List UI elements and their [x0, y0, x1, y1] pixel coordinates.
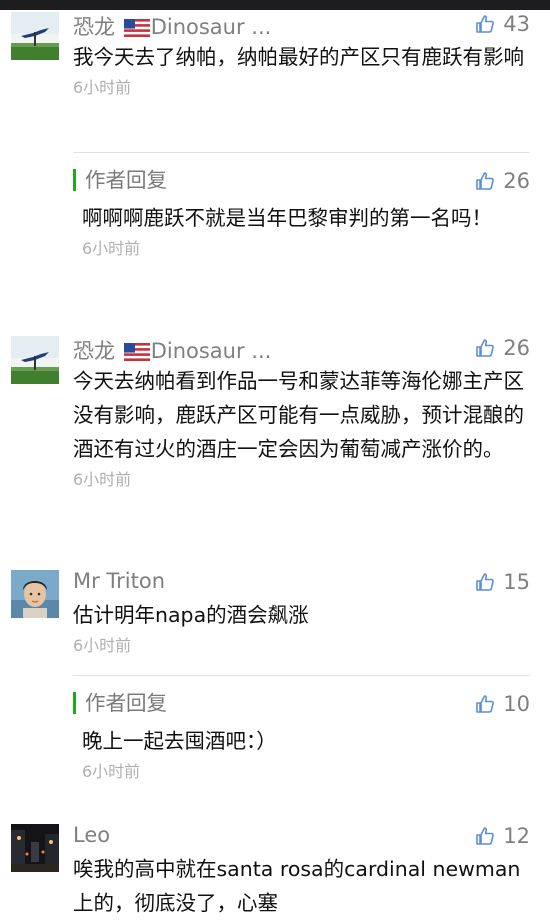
like-button[interactable]: 10: [475, 691, 530, 717]
avatar[interactable]: [11, 336, 59, 384]
avatar-face-image: [11, 570, 59, 618]
author-name: Mr Triton: [73, 569, 166, 593]
author-name: 恐龙: [73, 339, 115, 363]
like-count: 12: [503, 824, 530, 848]
thumbs-up-icon: [476, 827, 495, 845]
author-suffix: Dinosaur ...: [150, 339, 272, 363]
avatar-night-street-image: [11, 824, 59, 872]
thumbs-up-icon: [476, 695, 495, 713]
comment-time: 6小时前: [73, 636, 132, 655]
comment-text: 唉我的高中就在santa rosa的cardinal newman上的，彻底没了…: [73, 857, 521, 915]
like-button[interactable]: 43: [475, 11, 530, 37]
us-flag-icon: [123, 343, 150, 361]
author-name: Leo: [73, 823, 111, 847]
comment-author[interactable]: Leo: [73, 823, 110, 847]
author-reply-label: 作者回复: [73, 692, 167, 714]
comment-list[interactable]: 恐龙 Dinosaur ... 43 我今天去了纳帕，纳帕最好的产区只有鹿跃有影…: [0, 10, 550, 920]
like-count: 26: [503, 169, 530, 193]
author-reply-label: 作者回复: [73, 169, 167, 191]
thumbs-up-icon: [476, 339, 495, 357]
reply-time: 6小时前: [82, 762, 141, 781]
thumbs-up-icon: [476, 573, 495, 591]
like-button[interactable]: 26: [475, 168, 530, 194]
comment-author[interactable]: 恐龙 Dinosaur ...: [73, 11, 271, 41]
avatar[interactable]: [11, 12, 59, 60]
like-button[interactable]: 15: [475, 569, 530, 595]
author-suffix: Dinosaur ...: [150, 15, 272, 39]
comment-time: 6小时前: [73, 470, 132, 489]
avatar[interactable]: [11, 570, 59, 618]
like-count: 43: [503, 12, 530, 36]
avatar-silhouette-image: [11, 12, 59, 60]
thumbs-up-icon: [476, 172, 495, 190]
comment-author[interactable]: 恐龙 Dinosaur ...: [73, 335, 271, 365]
like-button[interactable]: 12: [475, 823, 530, 849]
comment-item: Leo 12 唉我的高中就在santa rosa的cardinal newman…: [0, 822, 550, 920]
like-button[interactable]: 26: [475, 335, 530, 361]
avatar[interactable]: [11, 824, 59, 872]
comment-text: 今天去纳帕看到作品一号和蒙达菲等海伦娜主产区没有影响，鹿跃产区可能有一点威胁，预…: [73, 369, 524, 461]
author-reply: 作者回复 10 晚上一起去囤酒吧：） 6小时前: [73, 675, 530, 783]
comment-time: 6小时前: [73, 78, 132, 97]
like-count: 26: [503, 336, 530, 360]
comment-text: 估计明年napa的酒会飙涨: [73, 603, 309, 627]
avatar-silhouette-image: [11, 336, 59, 384]
reply-time: 6小时前: [82, 239, 141, 258]
comment-author[interactable]: Mr Triton: [73, 569, 165, 593]
author-reply: 作者回复 26 啊啊啊鹿跃不就是当年巴黎审判的第一名吗！ 6小时前: [73, 152, 530, 260]
author-name: 恐龙: [73, 15, 115, 39]
like-count: 10: [503, 692, 530, 716]
reply-text: 啊啊啊鹿跃不就是当年巴黎审判的第一名吗！: [82, 206, 492, 230]
comment-text: 我今天去了纳帕，纳帕最好的产区只有鹿跃有影响: [73, 45, 524, 69]
comment-item: 恐龙 Dinosaur ... 43 我今天去了纳帕，纳帕最好的产区只有鹿跃有影…: [0, 10, 550, 99]
reply-text: 晚上一起去囤酒吧：）: [82, 729, 277, 753]
comment-item: 恐龙 Dinosaur ... 26 今天去纳帕看到作品一号和蒙达菲等海伦娜主产…: [0, 334, 550, 491]
top-status-strip: [0, 0, 550, 10]
like-count: 15: [503, 570, 530, 594]
us-flag-icon: [123, 19, 150, 37]
comment-item: Mr Triton 15 估计明年napa的酒会飙涨 6小时前: [0, 568, 550, 657]
thumbs-up-icon: [476, 15, 495, 33]
